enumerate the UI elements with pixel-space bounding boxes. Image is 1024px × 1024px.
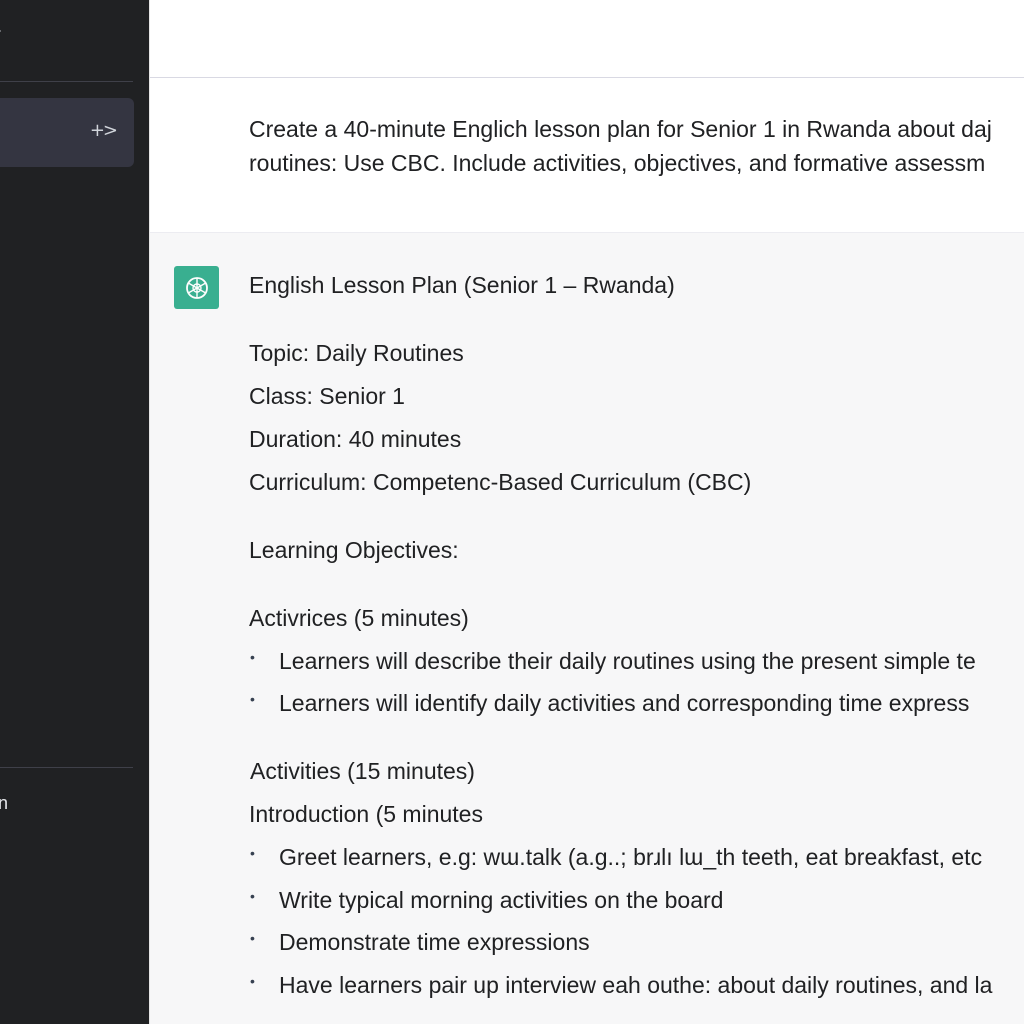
introduction-heading: Introduction (5 minutes — [249, 801, 483, 827]
assistant-message: English Lesson Plan (Senior 1 – Rwanda) … — [150, 233, 1024, 1024]
bullet-icon: • — [250, 691, 255, 707]
topic-line: Topic: Daily Routines — [249, 340, 464, 366]
user-message-line: Create a 40-minute Englich lesson plan f… — [249, 116, 992, 142]
bullet-icon: • — [250, 649, 255, 665]
bullet-icon: • — [250, 930, 255, 946]
sidebar-bottom-label[interactable]: n — [0, 793, 8, 814]
chevron-icon[interactable]: › — [0, 22, 1, 40]
list-item-text: Greet learners, e.g: wɯ.talk (a.g..; brɹ… — [279, 844, 983, 870]
activities-heading: Activities (15 minutes) — [250, 758, 475, 784]
main-panel: Create a 40-minute Englich lesson plan f… — [150, 0, 1024, 1024]
expand-arrow-icon[interactable]: +> — [90, 120, 118, 141]
sidebar-divider — [0, 767, 133, 768]
list-item-text: Learners will identify daily activities … — [279, 690, 970, 716]
list-item-text: Have learners pair up interview eah outh… — [279, 972, 993, 998]
class-line: Class: Senior 1 — [249, 383, 405, 409]
list-item-text: Write typical morning activities on the … — [279, 887, 724, 913]
activrices-heading: Activrices (5 minutes) — [249, 605, 469, 631]
user-message: Create a 40-minute Englich lesson plan f… — [150, 78, 1024, 233]
bullet-icon: • — [250, 888, 255, 904]
curriculum-line: Curriculum: Competenc-Based Curriculum (… — [249, 469, 752, 495]
user-message-line: routines: Use CBC. Include activities, o… — [249, 150, 986, 176]
sidebar-item-active-chat[interactable]: +> — [0, 98, 134, 167]
sidebar: › +> n — [0, 0, 149, 1024]
openai-logo-icon — [174, 266, 219, 309]
lesson-title: English Lesson Plan (Senior 1 – Rwanda) — [249, 272, 675, 298]
bullet-icon: • — [250, 973, 255, 989]
sidebar-divider — [0, 81, 133, 82]
objectives-heading: Learning Objectives: — [249, 537, 459, 563]
user-message-text: Create a 40-minute Englich lesson plan f… — [249, 112, 1024, 180]
duration-line: Duration: 40 minutes — [249, 426, 462, 452]
list-item-text: Demonstrate time expressions — [279, 929, 590, 955]
bullet-icon: • — [250, 845, 255, 861]
openai-logo-icon — [185, 276, 208, 299]
top-bar — [150, 0, 1024, 78]
list-item-text: Learners will describe their daily routi… — [279, 648, 976, 674]
